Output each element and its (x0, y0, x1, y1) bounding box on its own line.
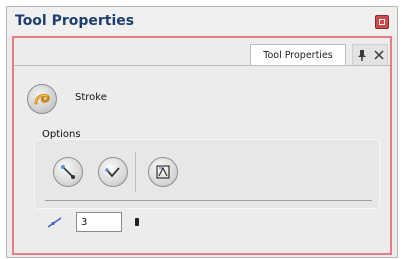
thickness-input[interactable] (76, 212, 122, 232)
panel-actions (352, 44, 388, 66)
auto-flatten-icon (61, 165, 75, 179)
close-window-button[interactable] (375, 15, 389, 29)
stroke-button[interactable] (27, 84, 57, 114)
options-group (34, 139, 380, 209)
close-panel-icon[interactable] (373, 50, 384, 60)
auto-fill-icon (105, 167, 120, 178)
options-separator (135, 152, 136, 192)
options-divider (45, 200, 372, 201)
auto-flatten-button[interactable] (53, 157, 83, 187)
stroke-brush-icon (34, 93, 50, 105)
tab-divider (14, 65, 390, 66)
auto-fill-button[interactable] (98, 157, 128, 187)
line-thickness-icon (47, 217, 62, 228)
tool-properties-window: Tool Properties Tool Properties Stroke O… (6, 6, 398, 258)
stroke-properties-icon (156, 165, 170, 179)
window-title: Tool Properties (15, 13, 135, 29)
pin-icon[interactable] (357, 49, 367, 61)
title-bar[interactable]: Tool Properties (7, 7, 397, 35)
thickness-spinner[interactable] (135, 218, 139, 226)
stroke-properties-button[interactable] (148, 157, 178, 187)
close-icon (379, 19, 385, 25)
tab-tool-properties[interactable]: Tool Properties (250, 44, 346, 66)
panel-content: Tool Properties Stroke Options (12, 36, 392, 255)
stroke-label: Stroke (75, 92, 107, 103)
